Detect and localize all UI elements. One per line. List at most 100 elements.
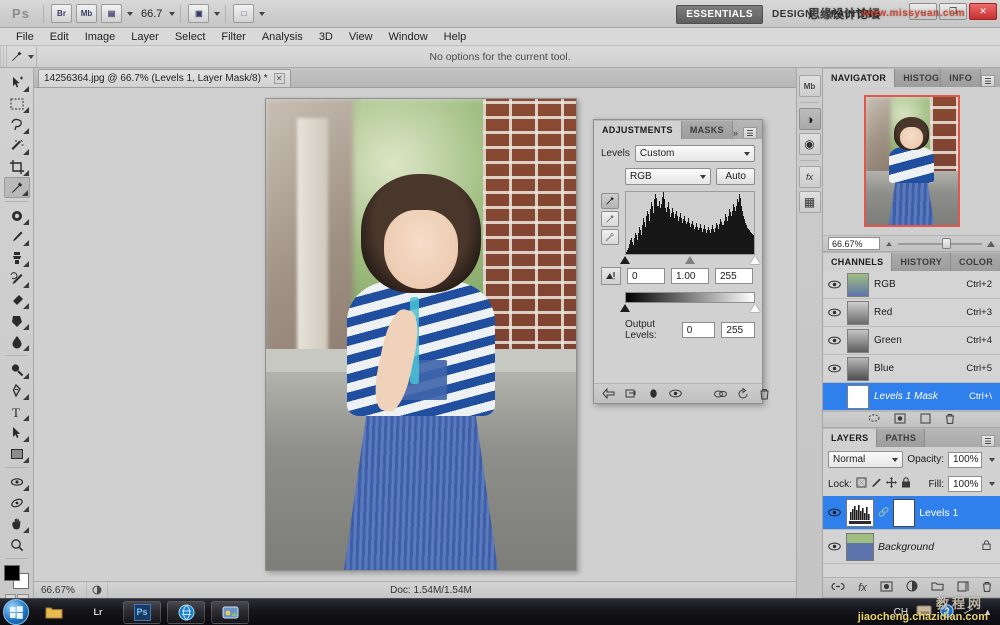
levels-preset-select[interactable]: Custom	[634, 145, 755, 162]
channel-row-levels-1-mask[interactable]: Levels 1 Mask Ctrl+\	[823, 383, 1000, 411]
lock-image-pixels-icon[interactable]	[871, 477, 882, 491]
blend-mode-chevron-down-icon[interactable]	[892, 457, 899, 462]
mini-bridge-rail-icon[interactable]: Mb	[798, 75, 821, 97]
menu-analysis[interactable]: Analysis	[254, 30, 311, 44]
gradient-tool[interactable]	[4, 310, 30, 331]
navigator-zoom-field[interactable]: 66.67%	[828, 237, 880, 250]
path-selection-tool[interactable]	[4, 422, 30, 443]
gradient-flyout-indicator[interactable]	[22, 324, 29, 330]
blur-flyout-indicator[interactable]	[22, 345, 29, 351]
dodge-flyout-indicator[interactable]	[22, 373, 29, 379]
marquee-flyout-indicator[interactable]	[22, 107, 29, 113]
pen-tool[interactable]	[4, 380, 30, 401]
set-gray-point-eyedropper-icon[interactable]	[601, 211, 619, 227]
layer-mask-link-icon[interactable]: 🔗	[878, 507, 889, 518]
screen-mode-button[interactable]: ▣	[188, 4, 210, 23]
layer-thumbnail-background[interactable]	[846, 532, 874, 561]
lock-position-icon[interactable]	[885, 477, 897, 491]
swatches-rail-icon[interactable]: ▦	[798, 191, 821, 213]
camera3d-flyout-indicator[interactable]	[22, 506, 29, 512]
tab-channels[interactable]: CHANNELS	[823, 253, 893, 271]
taskbar-browser[interactable]	[167, 600, 205, 624]
channel-row-red[interactable]: Red Ctrl+3	[823, 299, 1000, 327]
tab-color[interactable]: COLOR	[951, 253, 1000, 271]
rectangle-tool[interactable]	[4, 443, 30, 464]
help-icon[interactable]: ?	[940, 603, 954, 621]
levels-output-black-handle[interactable]	[620, 304, 630, 312]
menu-image[interactable]: Image	[77, 30, 124, 44]
crop-tool[interactable]	[4, 156, 30, 177]
new-adjustment-layer-icon[interactable]	[906, 580, 918, 595]
levels-channel-select[interactable]: RGB	[625, 168, 712, 185]
brush-tool[interactable]	[4, 226, 30, 247]
eyedropper-flyout-indicator[interactable]	[21, 190, 28, 196]
layer-visibility-eye-icon[interactable]	[826, 508, 842, 517]
rotate-3d-object-tool[interactable]	[4, 471, 30, 492]
levels-output-black-field[interactable]: 0	[681, 322, 716, 338]
layer-mask-thumbnail[interactable]	[893, 498, 916, 527]
crop-flyout-indicator[interactable]	[22, 170, 29, 176]
save-selection-as-channel-icon[interactable]	[894, 413, 906, 427]
close-button[interactable]: ✕	[969, 3, 997, 20]
arrange-chevron-down-icon[interactable]	[259, 11, 266, 16]
levels-gamma-handle[interactable]	[685, 256, 695, 264]
lasso-tool[interactable]	[4, 114, 30, 135]
tab-navigator[interactable]: NAVIGATOR	[823, 69, 896, 87]
image-canvas[interactable]	[265, 98, 577, 571]
levels-input-gamma-field[interactable]: 1.00	[671, 268, 709, 284]
blend-mode-select[interactable]: Normal	[828, 451, 904, 468]
start-orb[interactable]	[3, 599, 29, 625]
close-document-icon[interactable]: ✕	[273, 73, 285, 84]
taskbar-media[interactable]	[211, 600, 249, 624]
clone-stamp-tool[interactable]	[4, 247, 30, 268]
navigator-thumbnail[interactable]	[863, 95, 960, 227]
navigator-panel-menu-icon[interactable]: ☰	[981, 75, 995, 87]
spot-healing-brush-tool[interactable]	[4, 205, 30, 226]
collapse-to-icons-icon[interactable]: »	[733, 128, 738, 138]
delete-layer-icon[interactable]	[982, 581, 992, 595]
adjustments-rail-icon[interactable]: ◑	[798, 108, 821, 130]
channel-visibility-eye-icon[interactable]	[826, 308, 842, 317]
stamp-flyout-indicator[interactable]	[22, 261, 29, 267]
set-white-point-eyedropper-icon[interactable]	[601, 229, 619, 245]
rectangular-marquee-tool[interactable]	[4, 93, 30, 114]
maximize-button[interactable]: ❐	[939, 3, 967, 20]
launch-mini-bridge-button[interactable]: Mb	[76, 4, 97, 23]
dodge-tool[interactable]	[4, 359, 30, 380]
move-tool-flyout-indicator[interactable]	[22, 86, 29, 92]
tab-masks[interactable]: MASKS	[681, 121, 733, 139]
workspace-tab-painting[interactable]: PAINTING	[822, 6, 890, 23]
taskbar-photoshop[interactable]: Ps	[123, 600, 161, 624]
path-selection-flyout-indicator[interactable]	[22, 436, 29, 442]
opacity-chevron-down-icon[interactable]	[989, 457, 995, 462]
add-layer-mask-icon[interactable]	[880, 581, 893, 595]
clip-to-layer-footer-icon[interactable]	[625, 387, 638, 401]
clip-to-layer-icon[interactable]	[601, 267, 621, 285]
lock-transparent-pixels-icon[interactable]	[856, 477, 867, 491]
channel-visibility-eye-icon[interactable]	[826, 336, 842, 345]
taskbar-explorer[interactable]	[35, 601, 73, 624]
set-black-point-eyedropper-icon[interactable]	[601, 193, 619, 209]
tab-histogram[interactable]: HISTOGRAM	[895, 69, 942, 87]
delete-channel-icon[interactable]	[945, 413, 955, 427]
hand-tool[interactable]	[4, 513, 30, 534]
document-tab[interactable]: 14256364.jpg @ 66.7% (Levels 1, Layer Ma…	[38, 69, 291, 87]
tab-paths[interactable]: PATHS	[877, 429, 926, 447]
navigator-zoom-slider[interactable]	[898, 237, 982, 250]
menu-edit[interactable]: Edit	[42, 30, 77, 44]
foreground-color-swatch[interactable]	[3, 565, 20, 581]
tab-history[interactable]: HISTORY	[892, 253, 952, 271]
layer-row-background[interactable]: Background	[823, 530, 1000, 564]
levels-input-slider[interactable]	[620, 256, 760, 265]
levels-output-white-field[interactable]: 255	[721, 322, 756, 338]
zoom-chevron-down-icon[interactable]	[169, 11, 176, 16]
menu-file[interactable]: File	[8, 30, 42, 44]
reset-icon[interactable]	[737, 387, 749, 401]
rotate3d-flyout-indicator[interactable]	[22, 485, 29, 491]
minimize-button[interactable]: –	[909, 3, 937, 20]
new-group-icon[interactable]	[931, 581, 944, 594]
view-previous-state-icon[interactable]	[669, 387, 682, 401]
toggle-layer-visibility-icon[interactable]	[648, 387, 659, 401]
workspace-tab-essentials[interactable]: ESSENTIALS	[676, 4, 763, 24]
menu-3d[interactable]: 3D	[311, 30, 341, 44]
